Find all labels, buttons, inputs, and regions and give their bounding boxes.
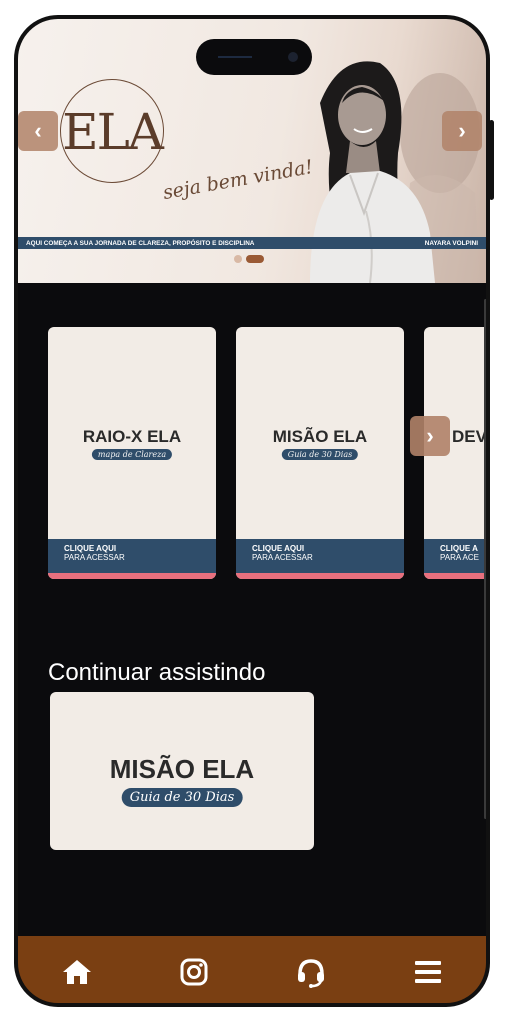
dynamic-island <box>196 39 312 75</box>
card-misao-ela[interactable]: MISÃO ELA Guia de 30 Dias CLIQUE AQUI PA… <box>236 327 404 579</box>
front-camera <box>288 52 298 62</box>
hero-prev-button[interactable]: ‹ <box>18 111 58 151</box>
hero-tagline: AQUI COMEÇA A SUA JORNADA DE CLAREZA, PR… <box>26 239 255 247</box>
scrollbar[interactable] <box>484 299 486 819</box>
hero-author: NAYARA VOLPINI <box>424 239 478 247</box>
speaker-grille <box>218 56 252 58</box>
card-accent-bar <box>48 573 216 579</box>
card-cta-line2: PARA ACESSAR <box>64 553 125 562</box>
card-accent-bar <box>424 573 486 579</box>
card-cta-line2: PARA ACESSAR <box>252 553 313 562</box>
continue-watching-heading: Continuar assistindo <box>48 659 266 686</box>
card-cta-line1: CLIQUE A <box>440 544 478 553</box>
continue-card-title: MISÃO ELA <box>109 754 255 784</box>
nav-home-button[interactable] <box>47 947 107 997</box>
pagination-dot[interactable] <box>234 255 242 263</box>
hero-banner[interactable]: ELA seja bem vinda! ‹ › AQUI COMEÇA A SU… <box>18 19 486 283</box>
card-cta-line2: PARA ACE <box>440 553 479 562</box>
instagram-icon <box>180 958 207 985</box>
card-cta-line1: CLIQUE AQUI <box>64 544 117 553</box>
card-title: MISÃO ELA <box>272 427 368 446</box>
card-footer[interactable]: CLIQUE A PARA ACE <box>424 539 486 573</box>
home-icon <box>62 959 91 984</box>
hero-pagination <box>234 255 264 263</box>
pagination-dot-active[interactable] <box>246 255 264 263</box>
card-accent-bar <box>236 573 404 579</box>
card-subtitle: mapa de Clareza <box>91 449 173 460</box>
phone-frame: ELA seja bem vinda! ‹ › AQUI COMEÇA A SU… <box>14 15 490 1007</box>
card-footer[interactable]: CLIQUE AQUI PARA ACESSAR <box>48 539 216 573</box>
logo: ELA <box>62 103 164 161</box>
card-title: RAIO-X ELA <box>82 427 182 446</box>
cards-next-button[interactable]: › <box>410 416 450 456</box>
card-subtitle: Guia de 30 Dias <box>281 449 359 460</box>
card-cta-line1: CLIQUE AQUI <box>252 544 305 553</box>
headset-icon <box>297 958 324 988</box>
nav-menu-button[interactable] <box>398 947 458 997</box>
continue-card-misao-ela[interactable]: MISÃO ELA Guia de 30 Dias <box>50 692 314 850</box>
hero-next-button[interactable]: › <box>442 111 482 151</box>
nav-instagram-button[interactable] <box>164 947 224 997</box>
bottom-navigation <box>18 936 486 1003</box>
card-raio-x-ela[interactable]: RAIO-X ELA mapa de Clareza CLIQUE AQUI P… <box>48 327 216 579</box>
cards-carousel[interactable]: RAIO-X ELA mapa de Clareza CLIQUE AQUI P… <box>48 327 486 587</box>
nav-support-button[interactable] <box>281 947 341 997</box>
hero-tagline-strip: AQUI COMEÇA A SUA JORNADA DE CLAREZA, PR… <box>18 237 486 249</box>
card-footer[interactable]: CLIQUE AQUI PARA ACESSAR <box>236 539 404 573</box>
continue-card-subtitle: Guia de 30 Dias <box>121 788 243 807</box>
menu-icon <box>414 960 441 983</box>
